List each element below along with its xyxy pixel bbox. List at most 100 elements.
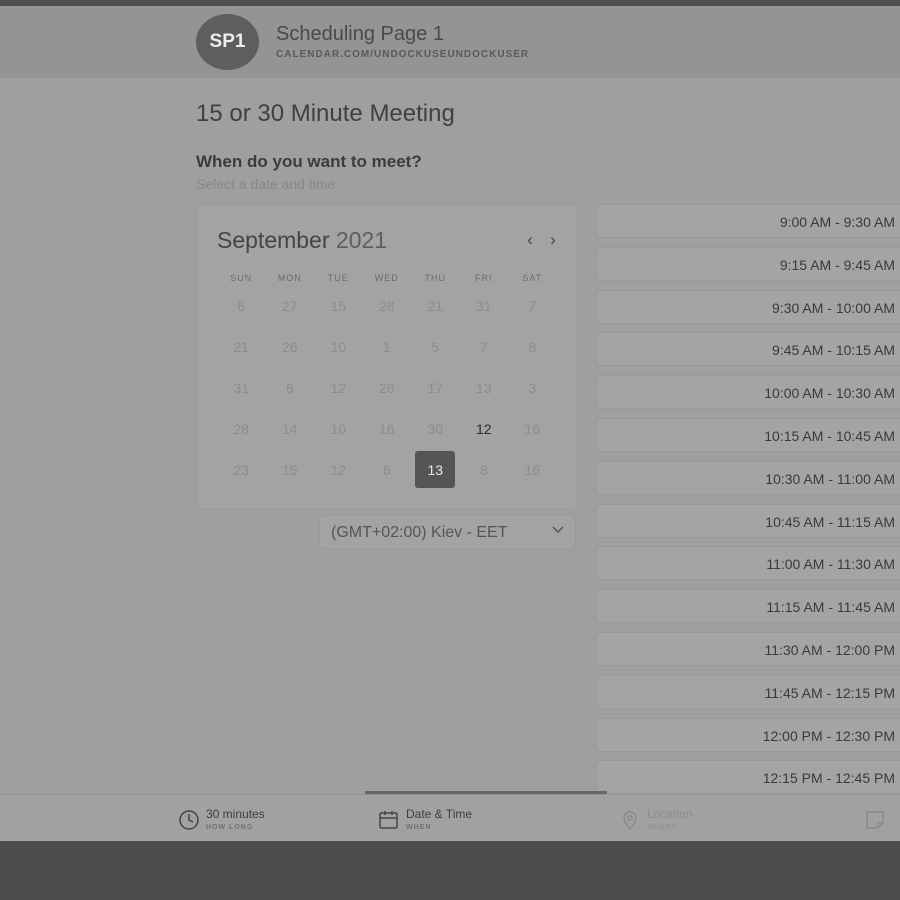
calendar-day-disabled: 16 bbox=[524, 420, 541, 437]
time-slot-button[interactable]: 10:30 AM - 11:00 AM bbox=[596, 460, 900, 495]
step-location-label: Location bbox=[647, 807, 693, 821]
location-pin-icon bbox=[619, 809, 641, 831]
time-slot-label: 10:15 AM - 10:45 AM bbox=[764, 428, 895, 444]
page-header: SP1 Scheduling Page 1 CALENDAR.COM/UNDOC… bbox=[0, 6, 900, 78]
step-location[interactable]: Location WHERE bbox=[619, 803, 739, 833]
scheduling-page-url: CALENDAR.COM/UNDOCKUSEUNDOCKUSER bbox=[276, 49, 530, 60]
scheduling-app: SP1 Scheduling Page 1 CALENDAR.COM/UNDOC… bbox=[0, 6, 900, 841]
calendar-day-disabled: 26 bbox=[378, 379, 395, 396]
time-slot-label: 12:15 PM - 12:45 PM bbox=[762, 770, 895, 787]
calendar-day-disabled: 28 bbox=[233, 420, 250, 437]
time-slot-label: 9:00 AM - 9:30 AM bbox=[779, 214, 895, 230]
calendar-day-disabled: 17 bbox=[427, 379, 444, 396]
weekday-label: SAT bbox=[522, 273, 543, 283]
day-grid: 6 27 15 28 21 31 7 21 26 10 1 5 7 8 31 6 12 26 17 13 3 28 14 10… bbox=[217, 285, 557, 490]
step-duration[interactable]: 30 minutes HOW LONG bbox=[178, 803, 298, 833]
time-slot-button[interactable]: 10:15 AM - 10:45 AM bbox=[596, 418, 900, 452]
prev-month-button[interactable]: ‹ bbox=[521, 230, 539, 249]
time-slot-button[interactable]: 12:15 PM - 12:45 PM bbox=[596, 760, 900, 795]
time-slot-button[interactable]: 10:00 AM - 10:30 AM bbox=[596, 375, 900, 410]
time-slot-button[interactable]: 12:00 PM - 12:30 PM bbox=[596, 717, 900, 752]
month-year: 2021 bbox=[335, 227, 388, 253]
note-icon bbox=[864, 809, 886, 831]
time-slot-button[interactable]: 11:00 AM - 11:30 AM bbox=[596, 546, 900, 581]
calendar-day-disabled: 12 bbox=[330, 461, 347, 478]
calendar-day-disabled: 16 bbox=[378, 420, 395, 437]
date-picker: September 2021 ‹ › SUN MON TUE WED THU FRI SAT… bbox=[196, 204, 578, 509]
time-slot-label: 12:00 PM - 12:30 PM bbox=[762, 727, 895, 744]
time-slot-button[interactable]: 9:45 AM - 10:15 AM bbox=[596, 332, 900, 367]
section-hint: Select a date and time bbox=[196, 176, 336, 192]
step-notes[interactable] bbox=[864, 803, 900, 833]
calendar-day-disabled: 6 bbox=[382, 461, 391, 478]
weekday-label: THU bbox=[424, 273, 446, 283]
calendar-day-disabled: 6 bbox=[237, 297, 246, 314]
chevron-left-icon: ‹ bbox=[527, 230, 533, 249]
step-duration-label: 30 minutes bbox=[206, 807, 265, 821]
calendar-icon bbox=[378, 809, 400, 831]
calendar-day-disabled: 26 bbox=[281, 338, 298, 355]
step-location-sub: WHERE bbox=[647, 824, 679, 831]
calendar-day-disabled: 23 bbox=[233, 461, 250, 478]
timezone-select[interactable]: (GMT+02:00) Kiev - EET bbox=[319, 515, 576, 549]
calendar-day-disabled: 15 bbox=[281, 461, 298, 478]
time-slot-button[interactable]: 9:30 AM - 10:00 AM bbox=[596, 289, 900, 324]
time-slot-list[interactable]: 9:00 AM - 9:30 AM 9:15 AM - 9:45 AM 9:30 A… bbox=[596, 204, 900, 796]
month-label: September 2021 bbox=[217, 227, 387, 254]
time-slot-label: 10:00 AM - 10:30 AM bbox=[764, 385, 895, 402]
scheduling-page-title: Scheduling Page 1 bbox=[276, 23, 444, 45]
chevron-down-icon bbox=[551, 522, 565, 540]
time-slot-button[interactable]: 10:45 AM - 11:15 AM bbox=[596, 503, 900, 538]
calendar-day-disabled: 8 bbox=[479, 461, 488, 478]
calendar-day-disabled: 14 bbox=[281, 420, 298, 437]
calendar-day-disabled: 3 bbox=[528, 379, 537, 396]
time-slot-label: 10:30 AM - 11:00 AM bbox=[765, 470, 895, 487]
calendar-day-disabled: 21 bbox=[233, 338, 250, 355]
time-slot-button[interactable]: 11:30 AM - 12:00 PM bbox=[596, 632, 900, 666]
time-slot-label: 10:45 AM - 11:15 AM bbox=[765, 513, 895, 530]
time-slot-button[interactable]: 11:45 AM - 12:15 PM bbox=[596, 674, 900, 709]
chevron-right-icon: › bbox=[550, 230, 556, 249]
calendar-day-disabled: 10 bbox=[330, 420, 347, 437]
step-date-time-sub: WHEN bbox=[406, 824, 432, 831]
calendar-day-disabled: 10 bbox=[330, 338, 347, 355]
calendar-day-disabled: 15 bbox=[330, 297, 347, 314]
booking-steps-bar: 30 minutes HOW LONG Date & Time WHEN Loc… bbox=[0, 791, 900, 841]
time-slot-label: 9:30 AM - 10:00 AM bbox=[772, 299, 895, 316]
time-slot-label: 11:15 AM - 11:45 AM bbox=[766, 599, 895, 616]
calendar-day-disabled: 28 bbox=[378, 297, 395, 314]
calendar-day-disabled: 5 bbox=[431, 338, 440, 355]
time-slot-label: 9:15 AM - 9:45 AM bbox=[779, 256, 895, 273]
calendar-day-disabled: 12 bbox=[330, 379, 347, 396]
weekday-label: SUN bbox=[230, 273, 253, 283]
calendar-day-disabled: 27 bbox=[281, 297, 298, 314]
calendar-day-disabled: 7 bbox=[528, 297, 537, 314]
time-slot-button[interactable]: 9:15 AM - 9:45 AM bbox=[596, 246, 900, 281]
step-date-time-label: Date & Time bbox=[406, 807, 473, 821]
calendar-day-disabled: 13 bbox=[475, 379, 492, 396]
calendar-day-disabled: 1 bbox=[382, 338, 391, 355]
step-date-time[interactable]: Date & Time WHEN bbox=[378, 803, 508, 833]
time-slot-button[interactable]: 9:00 AM - 9:30 AM bbox=[596, 204, 900, 238]
calendar-day-disabled: 21 bbox=[427, 297, 444, 314]
calendar-day-disabled: 8 bbox=[528, 338, 537, 355]
calendar-day-disabled: 16 bbox=[524, 461, 541, 478]
calendar-day-label: 13 bbox=[415, 451, 456, 488]
page-title: 15 or 30 Minute Meeting bbox=[196, 100, 455, 127]
weekday-label: TUE bbox=[327, 273, 349, 283]
active-step-indicator bbox=[365, 791, 607, 794]
time-slot-label: 11:30 AM - 12:00 PM bbox=[764, 642, 895, 658]
time-slot-button[interactable]: 11:15 AM - 11:45 AM bbox=[596, 589, 900, 624]
month-name: September bbox=[217, 227, 330, 253]
calendar-day-available[interactable]: 12 bbox=[460, 408, 509, 449]
avatar: SP1 bbox=[196, 14, 259, 70]
weekday-label: WED bbox=[374, 273, 399, 283]
calendar-day-disabled: 31 bbox=[475, 297, 492, 314]
step-duration-sub: HOW LONG bbox=[206, 824, 254, 831]
weekday-header: SUN MON TUE WED THU FRI SAT bbox=[217, 273, 557, 283]
calendar-day-selected[interactable]: 13 bbox=[411, 449, 460, 490]
time-slot-label: 11:45 AM - 12:15 PM bbox=[764, 684, 895, 701]
weekday-label: MON bbox=[277, 273, 302, 283]
calendar-day-disabled: 7 bbox=[479, 338, 488, 355]
next-month-button[interactable]: › bbox=[544, 230, 562, 249]
